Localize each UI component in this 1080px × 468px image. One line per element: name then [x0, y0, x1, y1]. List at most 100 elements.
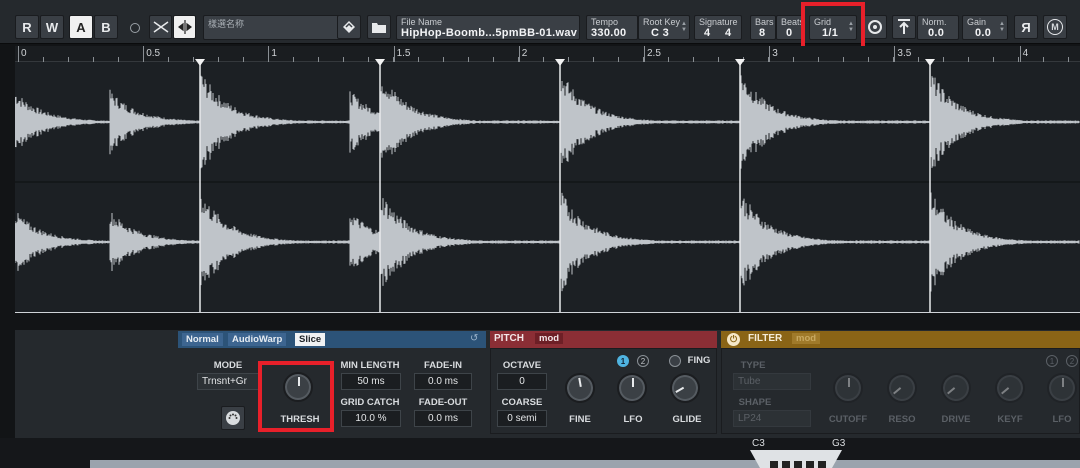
normalize-icon[interactable] [892, 15, 916, 39]
slice-marker-icon[interactable] [195, 59, 205, 66]
pitch-lfo-knob[interactable] [617, 373, 647, 403]
filter-lfo2-button[interactable]: 2 [1066, 355, 1078, 367]
tab-normal[interactable]: Normal [182, 333, 223, 346]
reverse-button[interactable]: Я [1014, 15, 1038, 39]
mono-button[interactable]: M [1043, 15, 1067, 39]
waveform-bottom-line [15, 312, 1080, 313]
fing-label: FING [687, 355, 711, 366]
slice-marker-icon[interactable] [375, 59, 385, 66]
beats-value: 0 [786, 27, 793, 39]
filter-shape-label: SHAPE [738, 397, 772, 408]
octave-field[interactable]: 0 [497, 373, 547, 390]
toolbar: R W A B 樣選名称 File Name HipHop-Boomb...5p… [0, 0, 1080, 44]
key-range-strip[interactable] [90, 460, 1080, 468]
gain-field[interactable]: Gain 0.0 ▲ ▼ [962, 15, 1008, 40]
slice-marker-icon[interactable] [555, 59, 565, 66]
tempo-value: 330.00 [591, 27, 627, 39]
tag-icon[interactable] [337, 15, 361, 39]
pitch-mod-button[interactable]: mod [535, 333, 564, 344]
filter-type-dropdown[interactable]: Tube [733, 373, 811, 390]
crossfade-icon[interactable] [149, 15, 172, 39]
glide-label: GLIDE [672, 414, 702, 425]
ruler-tick [644, 46, 645, 62]
filter-shape-dropdown[interactable]: LP24 [733, 410, 811, 427]
filter-type-label: TYPE [740, 360, 766, 371]
coarse-label: COARSE [501, 397, 543, 408]
mode-label: MODE [213, 360, 243, 371]
root-key-field[interactable]: Root Key C 3 ▲ ▼ [638, 15, 690, 40]
filter-mod-button[interactable]: mod [792, 333, 821, 344]
file-name-field[interactable]: File Name HipHop-Boomb...5pmBB-01.wav [396, 15, 580, 40]
record-icon[interactable] [130, 23, 140, 33]
ruler-tick-label: 0.5 [146, 48, 161, 59]
gain-spin-icon[interactable]: ▲ ▼ [999, 21, 1005, 35]
key-range-keys [770, 461, 830, 468]
write-button[interactable]: W [40, 15, 64, 39]
file-name-label: File Name [401, 17, 443, 27]
a-button[interactable]: A [69, 15, 93, 39]
signature-field[interactable]: Signature 4 4 [694, 15, 742, 40]
tab-slice[interactable]: Slice [295, 333, 326, 346]
filter-header: ⏻ FILTER mod [721, 331, 1080, 348]
filter-power-icon[interactable]: ⏻ [727, 333, 740, 346]
timeline-ruler[interactable]: 0 0.5 1 1.5 2 2.5 3 3.5 4 [15, 46, 1080, 62]
folder-icon[interactable] [367, 15, 391, 39]
filter-lfo-label: LFO [1052, 414, 1072, 425]
reso-label: RESO [888, 414, 916, 425]
fade-in-field[interactable]: 0.0 ms [414, 373, 472, 390]
slice-tool-icon[interactable] [173, 15, 196, 39]
tab-audiowarp[interactable]: AudioWarp [228, 333, 287, 346]
fing-toggle[interactable] [669, 355, 681, 367]
fine-label: FINE [569, 414, 591, 425]
cutoff-label: CUTOFF [828, 414, 868, 425]
norm-label: Norm. [922, 17, 947, 27]
cutoff-knob[interactable] [833, 373, 863, 403]
filter-shape-value: LP24 [738, 413, 762, 424]
ruler-tick [1019, 46, 1021, 62]
filter-lfo1-button[interactable]: 1 [1046, 355, 1058, 367]
grid-catch-field[interactable]: 10.0 % [341, 410, 401, 427]
min-length-field[interactable]: 50 ms [341, 373, 401, 390]
tempo-label: Tempo [591, 17, 619, 27]
key-range-low: C3 [752, 438, 765, 449]
file-name-value: HipHop-Boomb...5pmBB-01.wav [401, 27, 578, 39]
mode-value: Trnsnt+Gr [202, 376, 247, 387]
slice-marker-icon[interactable] [925, 59, 935, 66]
target-icon[interactable] [863, 15, 887, 39]
signature-denominator: 4 [725, 27, 732, 39]
fade-out-label: FADE-OUT [418, 397, 468, 408]
root-key-label: Root Key [643, 17, 681, 27]
root-key-value: C 3 [651, 27, 670, 39]
beats-field[interactable]: Beats 0 [776, 15, 804, 40]
norm-value: 0.0 [928, 27, 945, 39]
filter-lfo-knob[interactable] [1047, 373, 1077, 403]
coarse-field[interactable]: 0 semi [497, 410, 547, 427]
tempo-field[interactable]: Tempo 330.00 [586, 15, 638, 40]
sample-name-placeholder: 樣選名称 [208, 19, 245, 29]
mode-dropdown[interactable]: Trnsnt+Gr [197, 373, 261, 390]
pitch-title: PITCH [494, 333, 524, 344]
filter-type-value: Tube [738, 376, 761, 387]
pitch-lfo1-button[interactable]: 1 [617, 355, 629, 367]
read-button[interactable]: R [15, 15, 39, 39]
waveform-channel [14, 191, 1080, 293]
waveform-display[interactable] [14, 62, 1080, 312]
ruler-tick-label: 4 [1022, 48, 1029, 59]
pitch-lfo2-button[interactable]: 2 [637, 355, 649, 367]
midi-button[interactable] [221, 406, 245, 430]
b-button[interactable]: B [94, 15, 118, 39]
pitch-lfo-label: LFO [623, 414, 643, 425]
min-length-label: MIN LENGTH [340, 360, 400, 371]
gain-value: 0.0 [975, 27, 992, 39]
warp-header: Normal AudioWarp Slice ↺ [178, 331, 486, 348]
slice-marker-icon[interactable] [735, 59, 745, 66]
ruler-tick-label: 0 [21, 48, 27, 59]
gain-label: Gain [967, 17, 987, 27]
norm-field[interactable]: Norm. 0.0 [917, 15, 959, 40]
mono-icon: M [1047, 19, 1063, 35]
reset-icon[interactable]: ↺ [470, 333, 478, 344]
root-key-spin-icon[interactable]: ▲ ▼ [681, 21, 687, 35]
bars-field[interactable]: Bars 8 [750, 15, 776, 40]
midi-icon [226, 411, 240, 425]
fade-out-field[interactable]: 0.0 ms [414, 410, 472, 427]
